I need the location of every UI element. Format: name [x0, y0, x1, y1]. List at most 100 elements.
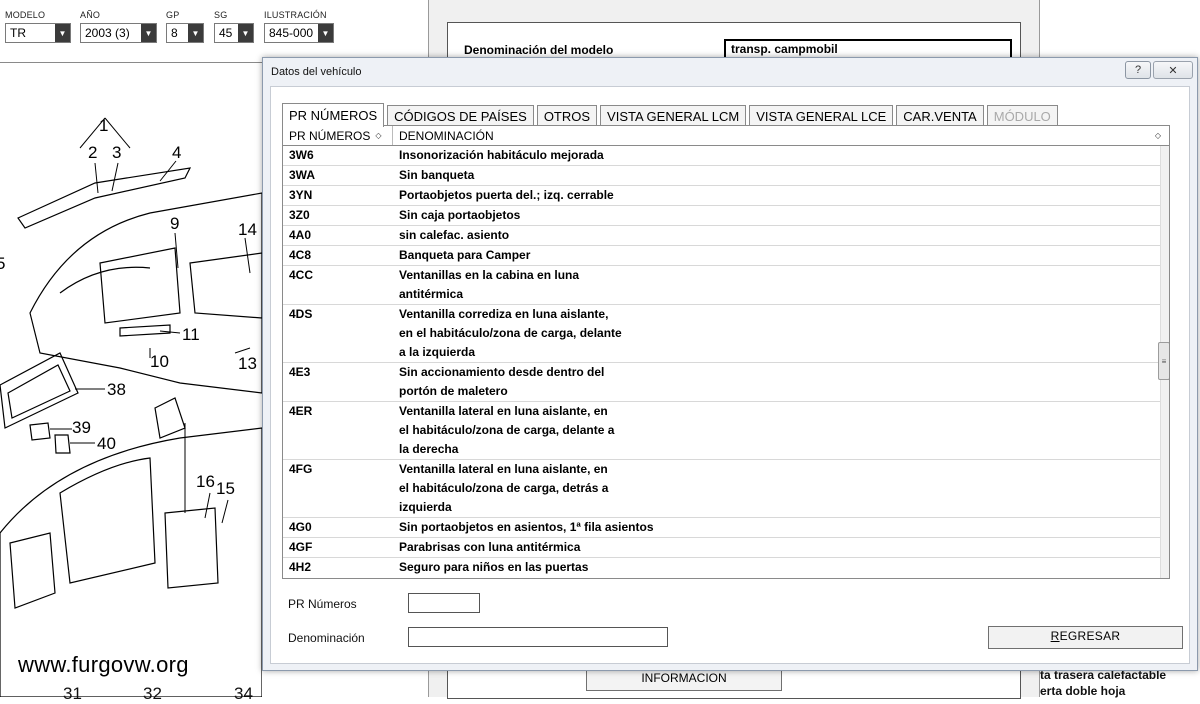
callout-label: 5	[0, 254, 5, 273]
model-selector-label: MODELO	[5, 10, 46, 20]
gp-selector-label: GP	[166, 10, 180, 20]
chevron-down-icon[interactable]: ▼	[188, 24, 203, 42]
column-header-pr-numbers[interactable]: PR NÚMEROS ◇	[283, 126, 393, 145]
scrollbar-thumb[interactable]: ≡	[1158, 342, 1169, 380]
pr-description: Ventanilla lateral en luna aislante, en …	[399, 462, 609, 514]
sg-selector[interactable]: SG 45 ▼	[214, 10, 254, 43]
pr-code: 4FG	[289, 462, 313, 476]
pr-code: 3Z0	[289, 208, 310, 222]
pr-description: Seguro para niños en las puertas corredi…	[399, 560, 589, 574]
illustration-selector-value: 845-000	[269, 26, 314, 40]
column-header-denomination[interactable]: DENOMINACIÓN	[393, 126, 1169, 145]
parts-illustration: 1 2 3 4 5 9 14 11 10 13 38 39 40 16 15	[0, 63, 262, 697]
table-row[interactable]: 4DS Ventanilla corrediza en luna aislante…	[283, 305, 1161, 363]
table-row[interactable]: 4G0 Sin portaobjetos en asientos, 1ª fila…	[283, 518, 1161, 538]
pr-description: Banqueta para Camper	[399, 248, 531, 262]
gp-selector[interactable]: GP 8 ▼	[166, 10, 204, 43]
chevron-down-icon[interactable]: ▼	[55, 24, 70, 42]
pr-description: Ventanilla corrediza en luna aislante, e…	[399, 307, 622, 359]
pr-code: 4A0	[289, 228, 312, 242]
vertical-scrollbar[interactable]: ≡	[1158, 146, 1169, 578]
back-button[interactable]: REGRESAR	[988, 626, 1183, 649]
denomination-input[interactable]	[408, 627, 668, 647]
pr-code: 3W6	[289, 148, 314, 162]
table-row[interactable]: 4A0 sin calefac. asiento	[283, 226, 1161, 246]
pr-description: sin calefac. asiento	[399, 228, 510, 242]
table-row[interactable]: 4H2 Seguro para niños en las puertas corr…	[283, 558, 1161, 576]
close-icon: ✕	[1168, 64, 1178, 77]
sort-icon: ◇	[1154, 131, 1161, 140]
pr-code: 4G0	[289, 520, 312, 534]
illustration-selector[interactable]: ILUSTRACIÓN 845-000 ▼	[264, 10, 334, 43]
pr-code: 4CC	[289, 268, 314, 282]
table-row[interactable]: 4FG Ventanilla lateral en luna aislante, …	[283, 460, 1161, 518]
table-row[interactable]: 4ER Ventanilla lateral en luna aislante, …	[283, 402, 1161, 460]
callout-label: 9	[170, 214, 179, 233]
sg-selector-value: 45	[219, 26, 233, 40]
callout-label: 32	[143, 684, 162, 703]
tab-bar: PR NÚMEROS CÓDIGOS DE PAÍSES OTROS VISTA…	[282, 103, 1058, 127]
table-row[interactable]: 3Z0 Sin caja portaobjetos	[283, 206, 1161, 226]
illustration-selector-label: ILUSTRACIÓN	[264, 10, 327, 20]
tab-car-sale[interactable]: CAR.VENTA	[896, 105, 984, 126]
callout-label: 11	[182, 325, 200, 344]
callout-label: 40	[97, 434, 116, 453]
close-button[interactable]: ✕	[1153, 61, 1193, 79]
pr-description: Insonorización habitáculo mejorada	[399, 148, 604, 162]
dialog-body: PR NÚMEROS CÓDIGOS DE PAÍSES OTROS VISTA…	[270, 86, 1190, 664]
background-text: erta doble hoja	[1040, 684, 1126, 698]
gp-selector-value: 8	[171, 26, 178, 40]
pr-code: 4GF	[289, 540, 313, 554]
pr-description: Portaobjetos puerta del.; izq. cerrable	[399, 188, 614, 202]
model-selector[interactable]: MODELO TR ▼	[5, 10, 71, 43]
selector-toolbar: MODELO TR ▼ AÑO 2003 (3) ▼ GP 8 ▼ SG 45 …	[0, 0, 428, 62]
callout-label: 14	[238, 220, 257, 239]
pr-description: Ventanillas en la cabina en luna antitér…	[399, 268, 580, 301]
callout-label: 15	[216, 479, 235, 498]
year-selector-label: AÑO	[80, 10, 101, 20]
pr-numbers-label: PR Números	[288, 597, 357, 611]
table-row[interactable]: 4CC Ventanillas en la cabina en luna anti…	[283, 266, 1161, 305]
table-row[interactable]: 3W6 Insonorización habitáculo mejorada	[283, 146, 1161, 166]
dialog-title: Datos del vehículo	[271, 66, 362, 78]
callout-label: 13	[238, 354, 257, 373]
tab-overview-lcm[interactable]: VISTA GENERAL LCM	[600, 105, 747, 126]
column-header-label: PR NÚMEROS	[289, 128, 371, 143]
pr-description: Sin accionamiento desde dentro del portó…	[399, 365, 605, 398]
sort-icon: ◇	[375, 131, 382, 140]
watermark: www.furgovw.org	[18, 652, 189, 677]
model-selector-value: TR	[10, 26, 26, 40]
model-name-label: Denominación del modelo	[464, 43, 614, 57]
pr-code: 4C8	[289, 248, 312, 262]
table-row[interactable]: 3WA Sin banqueta	[283, 166, 1161, 186]
pr-description: Sin banqueta	[399, 168, 475, 182]
back-button-mnemonic: R	[1050, 629, 1060, 643]
pr-code: 4DS	[289, 307, 313, 321]
callout-label: 39	[72, 418, 91, 437]
table-row[interactable]: 4C8 Banqueta para Camper	[283, 246, 1161, 266]
callout-label: 1	[99, 116, 108, 135]
table-row[interactable]: 3YN Portaobjetos puerta del.; izq. cerrab…	[283, 186, 1161, 206]
table-row[interactable]: 4E3 Sin accionamiento desde dentro del po…	[283, 363, 1161, 402]
pr-numbers-input[interactable]	[408, 593, 480, 613]
table-row[interactable]: 4GF Parabrisas con luna antitérmica	[283, 538, 1161, 558]
tab-overview-lce[interactable]: VISTA GENERAL LCE	[749, 105, 894, 126]
year-selector[interactable]: AÑO 2003 (3) ▼	[80, 10, 157, 43]
callout-label: 16	[196, 472, 215, 491]
chevron-down-icon[interactable]: ▼	[318, 24, 333, 42]
pr-description: Parabrisas con luna antitérmica	[399, 540, 581, 554]
pr-description: Sin portaobjetos en asientos, 1ª fila as…	[399, 520, 654, 534]
tab-pr-numbers[interactable]: PR NÚMEROS	[282, 103, 385, 127]
pr-description: Ventanilla lateral en luna aislante, en …	[399, 404, 615, 456]
table-body: 3W6 Insonorización habitáculo mejorada 3W…	[283, 146, 1161, 576]
chevron-down-icon[interactable]: ▼	[141, 24, 156, 42]
callout-label: 38	[107, 380, 126, 399]
tab-others[interactable]: OTROS	[536, 105, 598, 126]
chevron-down-icon[interactable]: ▼	[238, 24, 253, 42]
help-button[interactable]: ?	[1125, 61, 1151, 79]
pr-code: 4E3	[289, 365, 311, 379]
tab-country-codes[interactable]: CÓDIGOS DE PAÍSES	[387, 105, 534, 126]
vehicle-data-dialog: Datos del vehículo ? ✕ PR NÚMEROS CÓDIGO…	[262, 57, 1198, 671]
column-header-label: DENOMINACIÓN	[399, 128, 494, 143]
callout-label: 10	[150, 352, 169, 371]
